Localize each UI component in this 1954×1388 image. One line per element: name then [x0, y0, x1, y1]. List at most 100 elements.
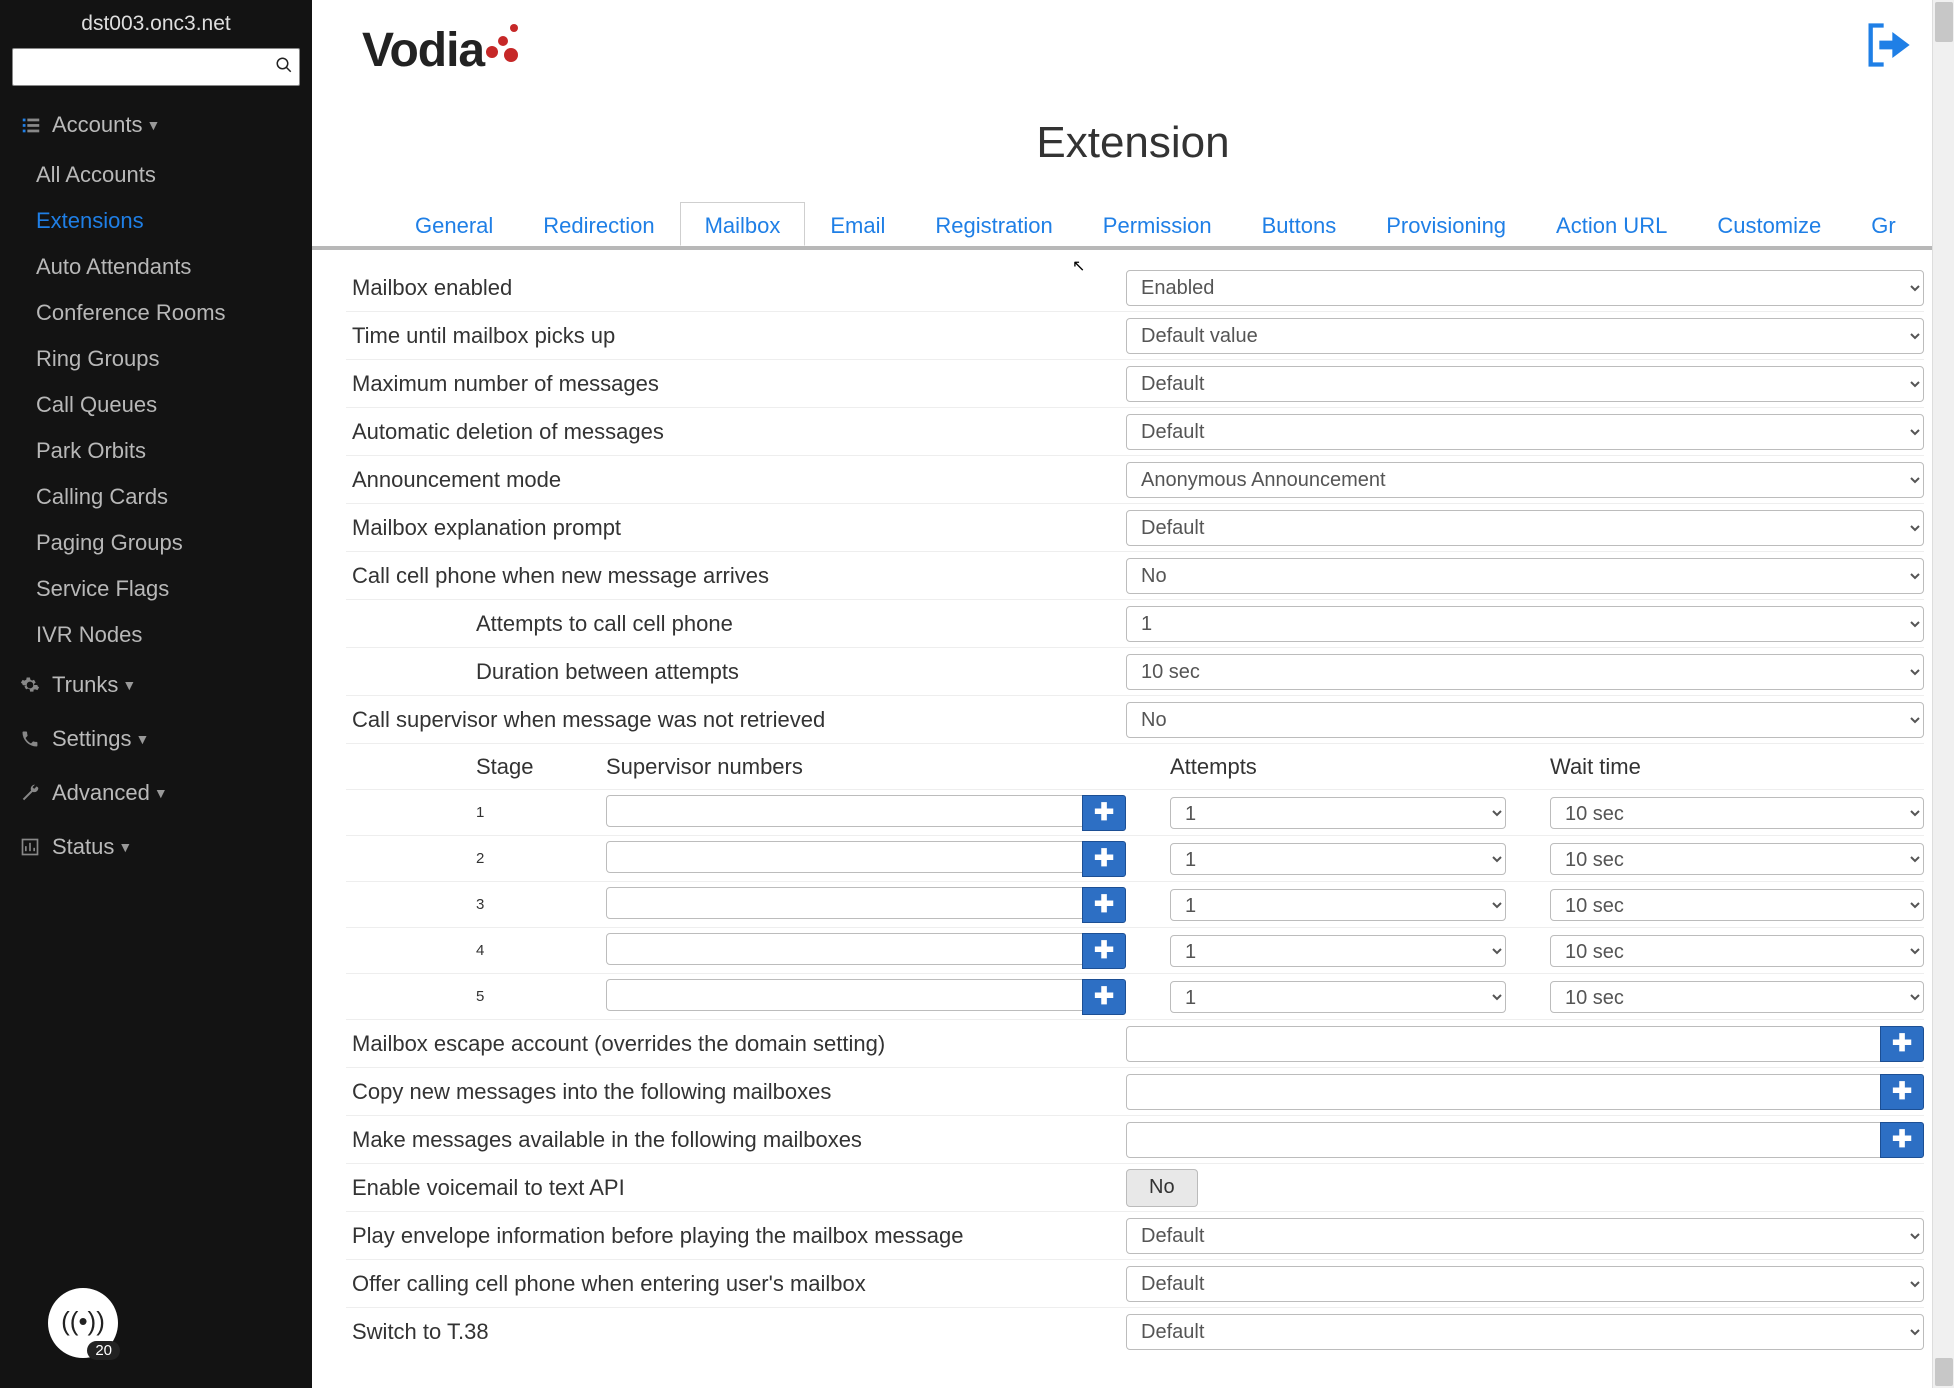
label-pickup-time: Time until mailbox picks up — [346, 323, 1126, 349]
supervisor-wait-select[interactable]: 10 sec — [1550, 797, 1924, 829]
nav-section-accounts[interactable]: Accounts ▼ — [0, 98, 312, 152]
nav-section-trunks[interactable]: Trunks ▼ — [0, 658, 312, 712]
nav-label: Settings — [52, 726, 132, 752]
supervisor-numbers-input[interactable] — [606, 979, 1086, 1011]
add-supervisor-button[interactable]: ✚ — [1082, 795, 1126, 831]
sidebar-item-ivr-nodes[interactable]: IVR Nodes — [0, 612, 312, 658]
supervisor-header: Stage Supervisor numbers Attempts Wait t… — [346, 744, 1924, 790]
add-supervisor-button[interactable]: ✚ — [1082, 979, 1126, 1015]
scrollbar-thumb-top[interactable] — [1935, 2, 1953, 42]
search-box[interactable] — [12, 48, 300, 86]
select-call-cell-new[interactable]: No — [1126, 558, 1924, 594]
tab-buttons[interactable]: Buttons — [1237, 202, 1362, 246]
page-scrollbar[interactable] — [1932, 0, 1954, 1388]
tab-redirection[interactable]: Redirection — [518, 202, 679, 246]
list-icon — [20, 114, 52, 136]
select-explanation-prompt[interactable]: Default — [1126, 510, 1924, 546]
main-header: Vodia — [312, 0, 1954, 100]
supervisor-attempts-select[interactable]: 1 — [1170, 935, 1506, 967]
chevron-down-icon: ▼ — [136, 731, 150, 747]
sidebar-item-all-accounts[interactable]: All Accounts — [0, 152, 312, 198]
input-escape-account[interactable] — [1126, 1026, 1884, 1062]
sidebar-item-call-queues[interactable]: Call Queues — [0, 382, 312, 428]
sidebar-item-extensions[interactable]: Extensions — [0, 198, 312, 244]
select-offer-cell[interactable]: Default — [1126, 1266, 1924, 1302]
toggle-vm-text-api[interactable]: No — [1126, 1169, 1198, 1207]
col-numbers-header: Supervisor numbers — [606, 754, 1126, 780]
select-cell-duration[interactable]: 10 sec — [1126, 654, 1924, 690]
select-pickup-time[interactable]: Default value — [1126, 318, 1924, 354]
add-supervisor-button[interactable]: ✚ — [1082, 887, 1126, 923]
nav-section-advanced[interactable]: Advanced ▼ — [0, 766, 312, 820]
sidebar-item-park-orbits[interactable]: Park Orbits — [0, 428, 312, 474]
tab-gr[interactable]: Gr — [1846, 202, 1920, 246]
supervisor-numbers-input[interactable] — [606, 887, 1086, 919]
add-escape-account-button[interactable]: ✚ — [1880, 1026, 1924, 1062]
phone-icon — [20, 729, 52, 749]
sidebar-item-service-flags[interactable]: Service Flags — [0, 566, 312, 612]
sidebar-item-conference-rooms[interactable]: Conference Rooms — [0, 290, 312, 336]
supervisor-wait-select[interactable]: 10 sec — [1550, 935, 1924, 967]
domain-host: dst003.onc3.net — [0, 0, 312, 44]
bars-icon — [20, 837, 52, 857]
select-max-messages[interactable]: Default — [1126, 366, 1924, 402]
search-icon[interactable] — [269, 56, 299, 79]
nav-section-settings[interactable]: Settings ▼ — [0, 712, 312, 766]
logout-button[interactable] — [1862, 19, 1914, 82]
label-max-messages: Maximum number of messages — [346, 371, 1126, 397]
supervisor-wait-select[interactable]: 10 sec — [1550, 889, 1924, 921]
search-wrap — [0, 44, 312, 98]
supervisor-attempts-select[interactable]: 1 — [1170, 981, 1506, 1013]
tab-email[interactable]: Email — [805, 202, 910, 246]
sidebar-item-paging-groups[interactable]: Paging Groups — [0, 520, 312, 566]
sidebar: dst003.onc3.net Accounts ▼ All AccountsE… — [0, 0, 312, 1388]
connection-badge[interactable]: ((•)) 20 — [48, 1288, 118, 1358]
select-play-envelope[interactable]: Default — [1126, 1218, 1924, 1254]
add-supervisor-button[interactable]: ✚ — [1082, 933, 1126, 969]
sidebar-item-auto-attendants[interactable]: Auto Attendants — [0, 244, 312, 290]
supervisor-attempts-select[interactable]: 1 — [1170, 889, 1506, 921]
select-cell-attempts[interactable]: 1 — [1126, 606, 1924, 642]
tab-customize[interactable]: Customize — [1692, 202, 1846, 246]
supervisor-attempts-select[interactable]: 1 — [1170, 797, 1506, 829]
tab-action-url[interactable]: Action URL — [1531, 202, 1692, 246]
nav-label: Status — [52, 834, 114, 860]
nav-section-status[interactable]: Status ▼ — [0, 820, 312, 874]
supervisor-attempts-select[interactable]: 1 — [1170, 843, 1506, 875]
tab-provisioning[interactable]: Provisioning — [1361, 202, 1531, 246]
tab-registration[interactable]: Registration — [910, 202, 1077, 246]
supervisor-wait-select[interactable]: 10 sec — [1550, 843, 1924, 875]
tab-strip: GeneralRedirectionMailboxEmailRegistrati… — [390, 202, 1954, 246]
app-root: dst003.onc3.net Accounts ▼ All AccountsE… — [0, 0, 1954, 1388]
label-auto-delete: Automatic deletion of messages — [346, 419, 1126, 445]
tab-general[interactable]: General — [390, 202, 518, 246]
stage-number: 2 — [476, 850, 606, 867]
stage-number: 3 — [476, 896, 606, 913]
select-call-supervisor[interactable]: No — [1126, 702, 1924, 738]
supervisor-numbers-input[interactable] — [606, 841, 1086, 873]
select-switch-t38[interactable]: Default — [1126, 1314, 1924, 1350]
supervisor-numbers-input[interactable] — [606, 795, 1086, 827]
sidebar-item-ring-groups[interactable]: Ring Groups — [0, 336, 312, 382]
label-call-cell-new: Call cell phone when new message arrives — [346, 563, 1126, 589]
add-copy-into-button[interactable]: ✚ — [1880, 1074, 1924, 1110]
nav-label: Accounts — [52, 112, 143, 138]
add-supervisor-button[interactable]: ✚ — [1082, 841, 1126, 877]
brand-logo: Vodia — [362, 23, 522, 78]
supervisor-row: 5 ✚ 1 10 sec — [346, 974, 1924, 1020]
select-auto-delete[interactable]: Default — [1126, 414, 1924, 450]
tab-permission[interactable]: Permission — [1078, 202, 1237, 246]
search-input[interactable] — [13, 52, 269, 82]
col-attempts-header: Attempts — [1126, 754, 1506, 780]
add-make-available-button[interactable]: ✚ — [1880, 1122, 1924, 1158]
scrollbar-thumb-bottom[interactable] — [1935, 1358, 1953, 1386]
sidebar-item-calling-cards[interactable]: Calling Cards — [0, 474, 312, 520]
select-announcement-mode[interactable]: Anonymous Announcement — [1126, 462, 1924, 498]
supervisor-numbers-input[interactable] — [606, 933, 1086, 965]
input-copy-into[interactable] — [1126, 1074, 1884, 1110]
tab-mailbox[interactable]: Mailbox — [680, 202, 806, 246]
supervisor-wait-select[interactable]: 10 sec — [1550, 981, 1924, 1013]
label-play-envelope: Play envelope information before playing… — [346, 1223, 1126, 1249]
input-make-available[interactable] — [1126, 1122, 1884, 1158]
select-mailbox-enabled[interactable]: Enabled — [1126, 270, 1924, 306]
